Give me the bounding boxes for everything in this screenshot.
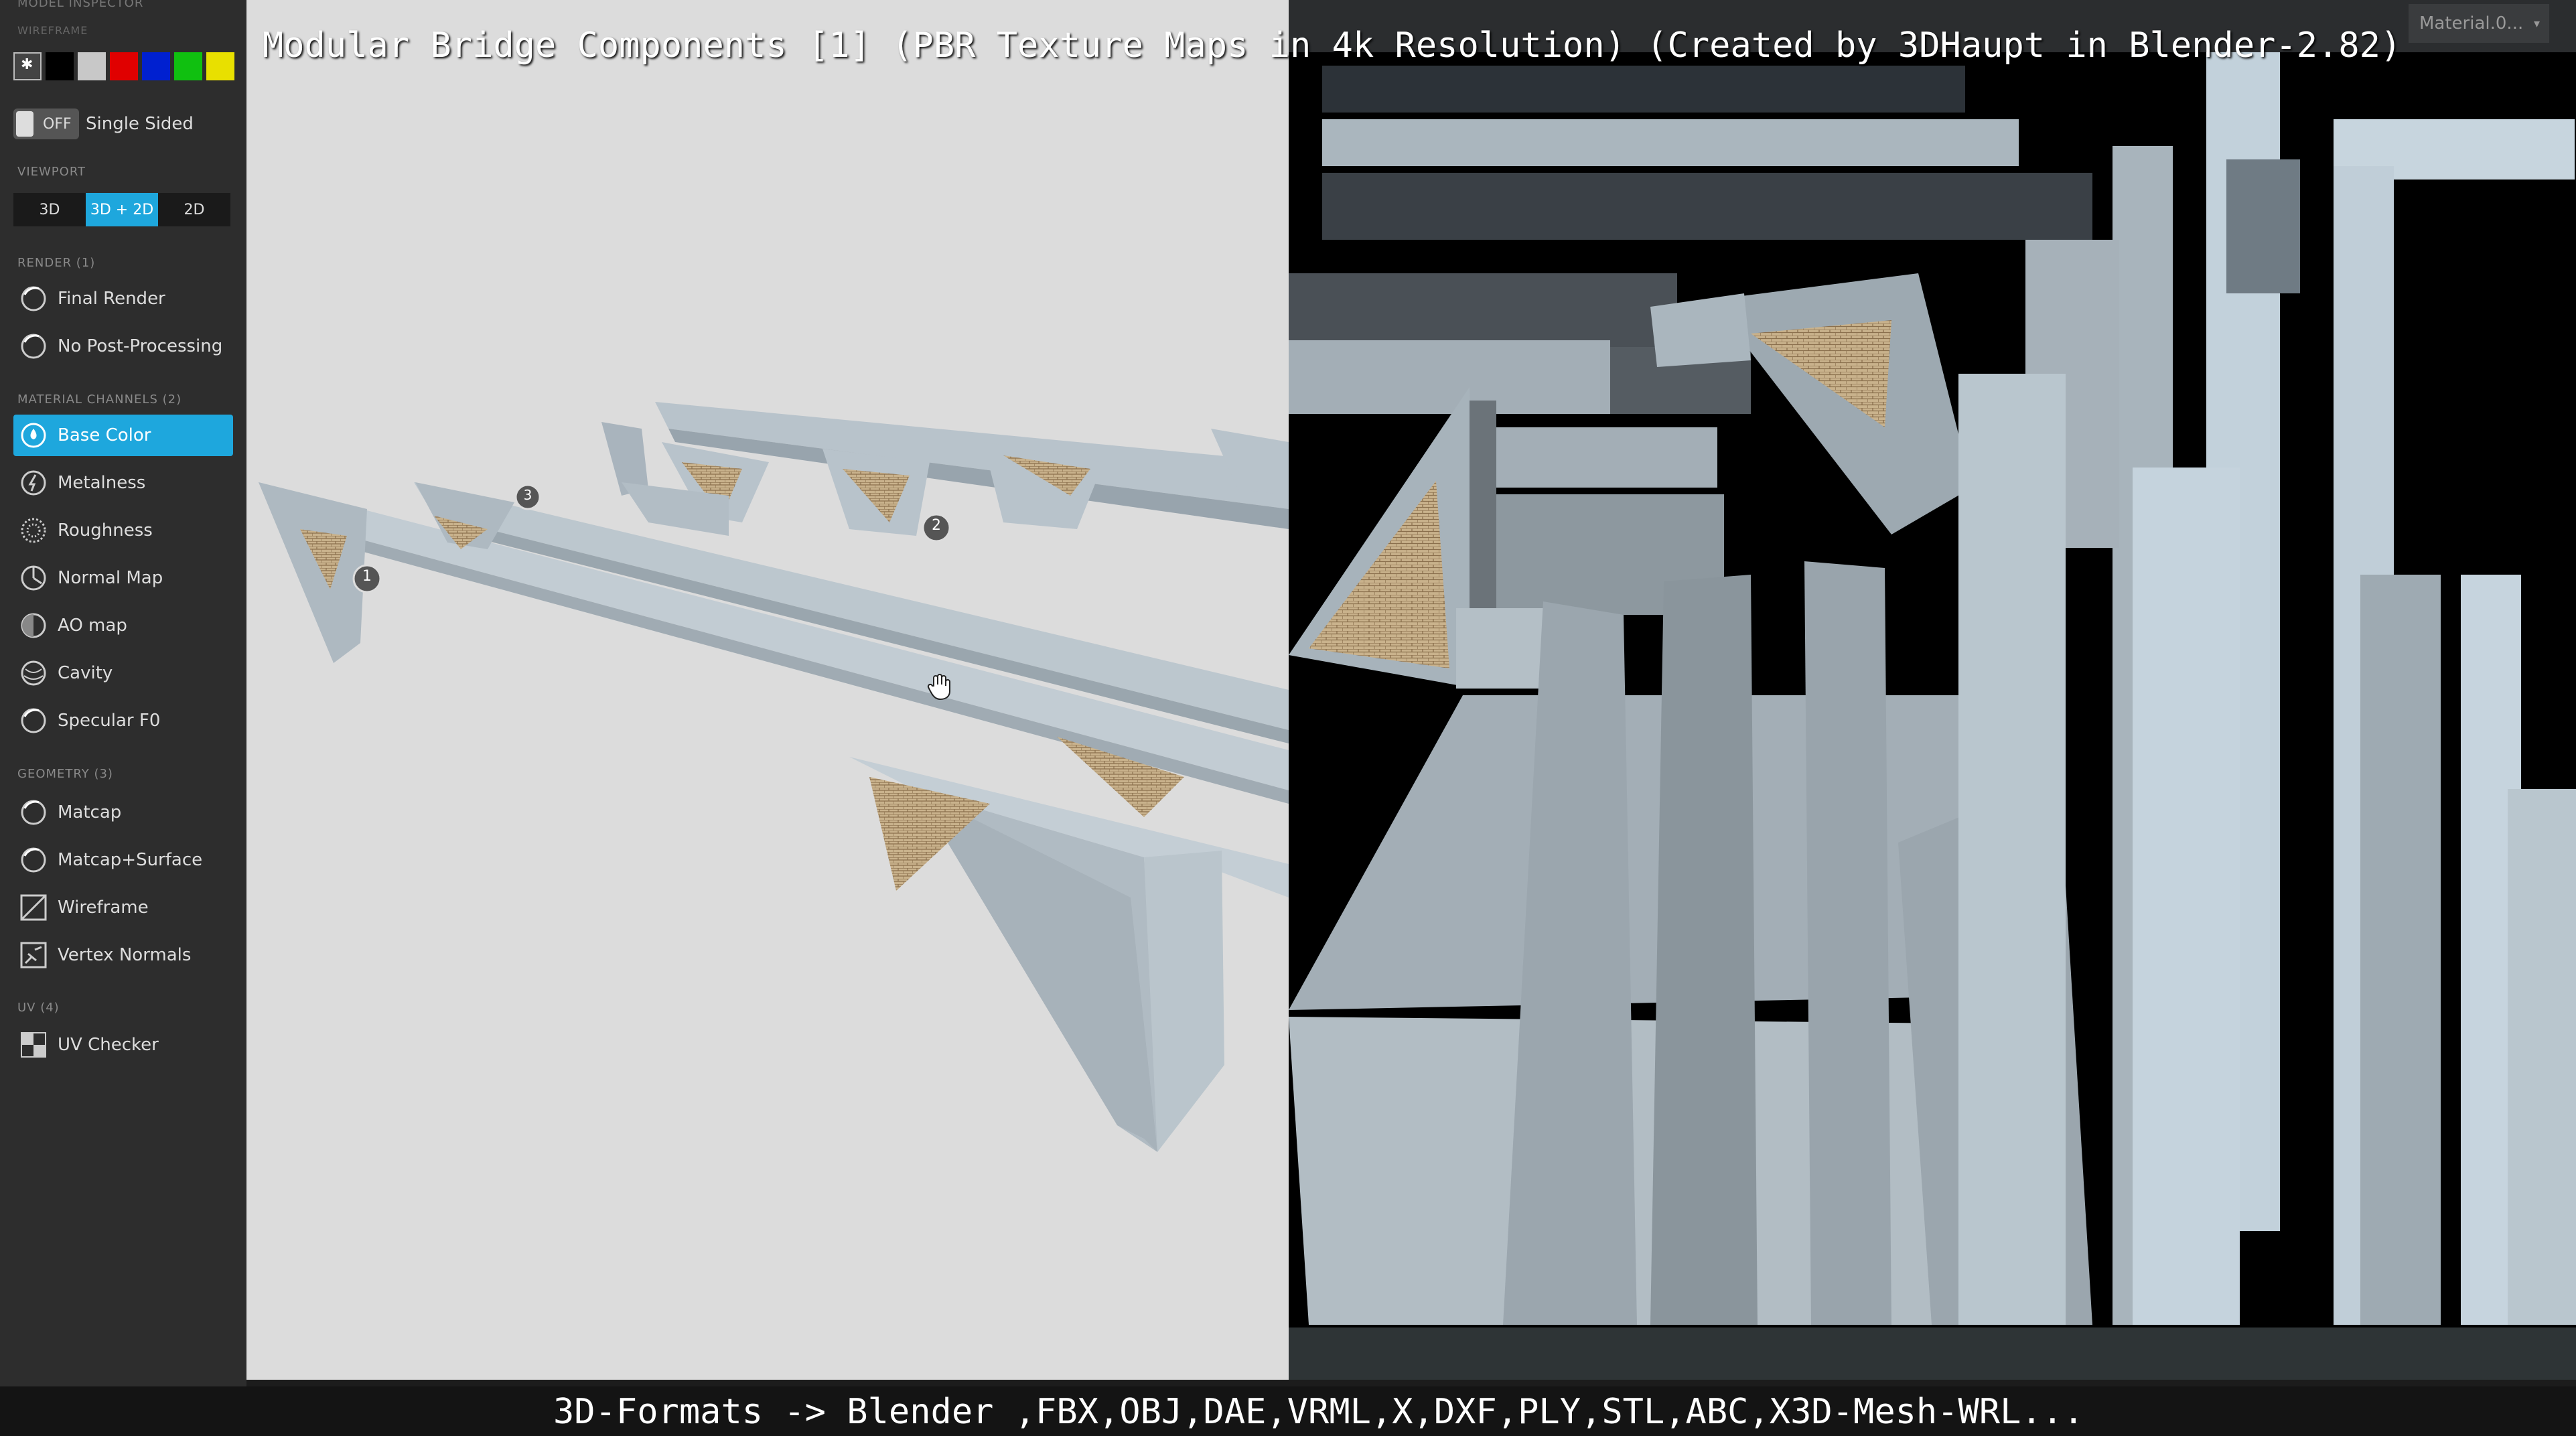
roughness-icon	[19, 516, 48, 545]
sidebar-header: Model Inspector	[17, 0, 144, 10]
inspector-sidebar: Model Inspector WIREFRAME OFF Single Sid…	[0, 0, 246, 1386]
wireframe-color-swatches	[13, 52, 234, 80]
viewport-3d2d-button[interactable]: 3D + 2D	[86, 193, 158, 226]
vertex-normals-icon	[19, 940, 48, 970]
matcap-surface-icon	[19, 845, 48, 875]
uv-bottom-strip	[1289, 1327, 2576, 1380]
menu-matcap-surface[interactable]: Matcap+Surface	[13, 839, 233, 881]
viewport-label: VIEWPORT	[17, 165, 86, 179]
menu-matcap[interactable]: Matcap	[13, 792, 233, 833]
uv-islands	[1289, 52, 2576, 1325]
material-channels-label: MATERIAL CHANNELS (2)	[17, 392, 182, 407]
metalness-icon	[19, 468, 48, 498]
menu-metalness[interactable]: Metalness	[13, 462, 233, 504]
menu-label: AO map	[58, 616, 127, 636]
menu-label: Specular F0	[58, 711, 161, 731]
specular-icon	[19, 706, 48, 735]
video-title-overlay: Modular Bridge Components [1] (PBR Textu…	[263, 25, 2402, 66]
material-select[interactable]: Material.0... ▾	[2409, 4, 2549, 43]
menu-label: Roughness	[58, 520, 153, 541]
menu-label: Cavity	[58, 663, 113, 683]
menu-label: Matcap	[58, 802, 122, 822]
toggle-knob	[16, 111, 33, 137]
menu-final-render[interactable]: Final Render	[13, 278, 233, 319]
marker-3-label: 3	[523, 487, 532, 503]
toggle-state: OFF	[43, 116, 72, 133]
menu-ao-map[interactable]: AO map	[13, 605, 233, 646]
single-sided-label: Single Sided	[86, 114, 194, 134]
render-sphere-icon	[19, 284, 48, 313]
wireframe-label: WIREFRAME	[17, 24, 88, 37]
base-color-icon	[19, 421, 48, 450]
menu-uv-checker[interactable]: UV Checker	[13, 1024, 233, 1066]
menu-label: UV Checker	[58, 1035, 159, 1055]
swatch-green[interactable]	[174, 52, 202, 80]
chevron-down-icon: ▾	[2533, 16, 2540, 31]
menu-label: Normal Map	[58, 568, 163, 588]
viewport-3d-button[interactable]: 3D	[13, 193, 86, 226]
single-sided-row: OFF Single Sided	[13, 109, 194, 139]
material-select-value: Material.0...	[2419, 13, 2524, 33]
wireframe-icon	[19, 893, 48, 922]
menu-cavity[interactable]: Cavity	[13, 652, 233, 694]
marker-2-label: 2	[932, 517, 941, 534]
menu-specular-f0[interactable]: Specular F0	[13, 700, 233, 741]
render-sphere-icon	[19, 332, 48, 361]
normal-map-icon	[19, 563, 48, 593]
swatch-black[interactable]	[46, 52, 74, 80]
uv-checker-icon	[19, 1030, 48, 1060]
swatch-yellow[interactable]	[206, 52, 234, 80]
menu-label: Vertex Normals	[58, 945, 192, 965]
matcap-icon	[19, 798, 48, 827]
marker-1-label: 1	[362, 568, 372, 585]
menu-label: No Post-Processing	[58, 336, 223, 356]
swatch-blue[interactable]	[142, 52, 170, 80]
menu-label: Base Color	[58, 425, 151, 445]
swatch-red[interactable]	[110, 52, 138, 80]
single-sided-toggle[interactable]: OFF	[13, 109, 79, 139]
menu-normal-map[interactable]: Normal Map	[13, 557, 233, 599]
color-picker-icon[interactable]	[13, 52, 42, 80]
menu-no-post-processing[interactable]: No Post-Processing	[13, 326, 233, 367]
menu-wireframe[interactable]: Wireframe	[13, 887, 233, 928]
menu-label: Matcap+Surface	[58, 850, 203, 870]
cavity-icon	[19, 658, 48, 688]
uv-label: UV (4)	[17, 1001, 60, 1015]
bridge-model-render	[259, 402, 1289, 1152]
render-label: RENDER (1)	[17, 256, 96, 270]
hand-cursor-icon	[927, 674, 950, 701]
3d-viewport[interactable]: 1 2 3	[246, 0, 1289, 1380]
menu-label: Metalness	[58, 473, 146, 493]
menu-label: Final Render	[58, 289, 165, 309]
menu-label: Wireframe	[58, 898, 149, 918]
menu-vertex-normals[interactable]: Vertex Normals	[13, 934, 233, 976]
viewport-2d-button[interactable]: 2D	[158, 193, 230, 226]
swatch-gray[interactable]	[78, 52, 106, 80]
formats-caption: 3D-Formats -> Blender ,FBX,OBJ,DAE,VRML,…	[553, 1392, 2084, 1432]
ao-map-icon	[19, 611, 48, 640]
uv-texture-view[interactable]: Material.0... ▾	[1289, 0, 2576, 1380]
menu-base-color[interactable]: Base Color	[13, 415, 233, 456]
menu-roughness[interactable]: Roughness	[13, 510, 233, 551]
viewport-mode-selector: 3D 3D + 2D 2D	[13, 193, 230, 226]
geometry-label: GEOMETRY (3)	[17, 767, 113, 781]
